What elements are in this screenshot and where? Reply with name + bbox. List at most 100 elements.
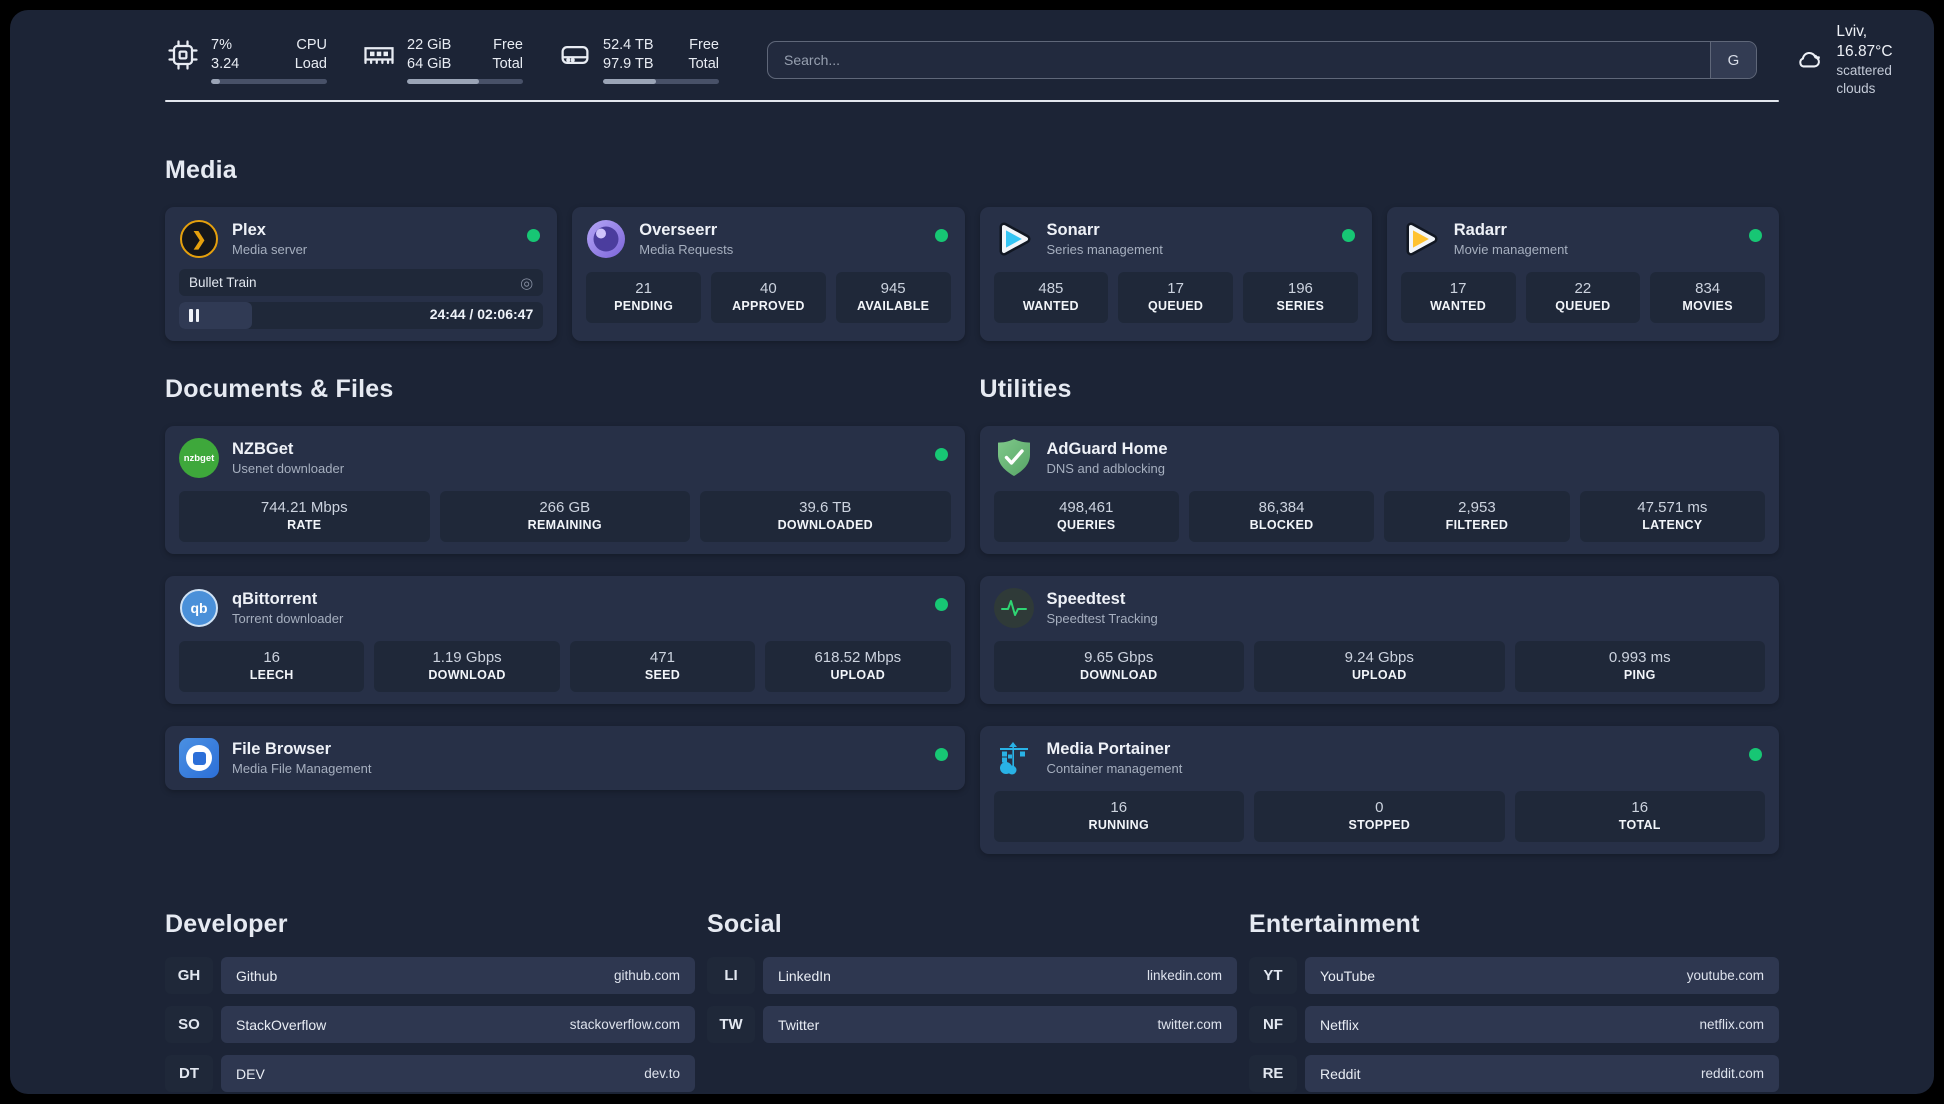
filebrowser-icon: [179, 738, 219, 778]
app-name: Plex: [232, 220, 266, 239]
app-name: Speedtest: [1046, 589, 1126, 608]
ram-total: 64 GiB: [407, 56, 452, 72]
app-card-nzbget[interactable]: nzbget NZBGet Usenet downloader 744.21 M…: [165, 426, 965, 554]
status-online-dot: [934, 229, 948, 242]
cpu-usage: 7%: [211, 37, 232, 53]
app-desc: Container management: [1046, 760, 1183, 776]
link-abbr: TW: [707, 1006, 755, 1043]
plex-icon: ❯: [180, 220, 218, 258]
section-title-documents: Documents & Files: [165, 375, 394, 403]
section-title-media: Media: [165, 156, 237, 184]
link-row-dev: DT DEV dev.to: [165, 1055, 695, 1092]
weather-summary: Lviv, 16.87°C: [1836, 23, 1893, 60]
app-name: AdGuard Home: [1046, 439, 1168, 458]
app-name: NZBGet: [232, 439, 294, 458]
app-card-filebrowser[interactable]: File Browser Media File Management: [165, 726, 965, 790]
stat-queued: 22 QUEUED: [1525, 272, 1641, 323]
stat-downloaded: 39.6 TB DOWNLOADED: [700, 491, 951, 542]
app-name: Media Portainer: [1046, 739, 1171, 758]
status-online-dot: [934, 748, 948, 761]
stat-pending: 21 PENDING: [586, 272, 701, 323]
link-twitter[interactable]: Twitter twitter.com: [763, 1006, 1237, 1043]
search-input[interactable]: [768, 52, 1710, 68]
stat-seed: 471 SEED: [569, 641, 756, 692]
stat-upload: 618.52 Mbps UPLOAD: [765, 641, 951, 692]
cpu-load: 3.24: [211, 56, 240, 72]
weather-condition: scattered clouds: [1836, 63, 1892, 96]
speedtest-icon: [993, 588, 1034, 628]
playback-progress: 24:44 / 02:06:47: [179, 302, 544, 329]
link-abbr: DT: [165, 1055, 213, 1092]
link-reddit[interactable]: Reddit reddit.com: [1305, 1055, 1779, 1092]
ram-icon: [364, 47, 394, 64]
status-online-dot: [1341, 229, 1355, 242]
app-desc: Movie management: [1453, 241, 1568, 257]
stat-download: 1.19 Gbps DOWNLOAD: [374, 641, 560, 692]
status-online-dot: [1749, 748, 1762, 761]
search-engine-button[interactable]: G: [1710, 42, 1756, 78]
stat-leech: 16 LEECH: [179, 641, 365, 692]
cloud-icon: [1799, 51, 1820, 68]
developer-section: Developer GH Github github.com SO StackO…: [165, 910, 695, 1092]
ram-label-2: Total: [492, 56, 523, 72]
app-card-speedtest[interactable]: Speedtest Speedtest Tracking 9.65 Gbps DO…: [979, 576, 1779, 704]
app-desc: Media File Management: [232, 760, 372, 776]
link-dev[interactable]: DEV dev.to: [221, 1055, 695, 1092]
link-row-netflix: NF Netflix netflix.com: [1249, 1006, 1779, 1043]
link-stackoverflow[interactable]: StackOverflow stackoverflow.com: [221, 1006, 695, 1043]
app-card-plex[interactable]: ❯ Plex Media server Bullet Train ◎ 24:44…: [165, 207, 558, 341]
stat-blocked: 86,384 BLOCKED: [1188, 491, 1375, 542]
cpu-progress: [211, 79, 327, 84]
link-abbr: NF: [1249, 1006, 1297, 1043]
app-card-sonarr[interactable]: Sonarr Series management 485 WANTED 17 QUE…: [979, 207, 1372, 341]
link-linkedin[interactable]: LinkedIn linkedin.com: [763, 957, 1237, 994]
overseerr-icon: [586, 219, 626, 259]
stat-running: 16 RUNNING: [993, 791, 1244, 842]
link-netflix[interactable]: Netflix netflix.com: [1305, 1006, 1779, 1043]
dashboard-panel: 7% 3.24 CPU Load 22 GiB 64 GiB Free Tota…: [10, 10, 1934, 1094]
disk-total: 97.9 TB: [603, 56, 654, 72]
stat-upload: 9.24 Gbps UPLOAD: [1254, 641, 1505, 692]
now-playing-title: Bullet Train: [189, 275, 257, 290]
cpu-stat: 7% 3.24 CPU Load: [165, 36, 327, 84]
disk-stat: 52.4 TB 97.9 TB Free Total: [557, 36, 719, 84]
portainer-icon: [994, 738, 1034, 778]
app-card-adguard[interactable]: AdGuard Home DNS and adblocking 498,461 Q…: [979, 426, 1779, 554]
disk-icon: [561, 46, 589, 64]
status-online-dot: [934, 598, 948, 611]
app-card-qbittorrent[interactable]: qb qBittorrent Torrent downloader 16 LEEC…: [165, 576, 965, 704]
link-youtube[interactable]: YouTube youtube.com: [1305, 957, 1779, 994]
app-desc: Media Requests: [639, 241, 734, 257]
link-abbr: SO: [165, 1006, 213, 1043]
section-title-social: Social: [707, 910, 782, 938]
app-card-portainer[interactable]: Media Portainer Container management 16 R…: [979, 726, 1779, 854]
app-name: qBittorrent: [232, 589, 318, 608]
section-title-entertainment: Entertainment: [1249, 910, 1420, 938]
stat-approved: 40 APPROVED: [711, 272, 826, 323]
link-abbr: RE: [1249, 1055, 1297, 1092]
app-card-radarr[interactable]: Radarr Movie management 17 WANTED 22 QUEUE…: [1386, 207, 1779, 341]
link-row-github: GH Github github.com: [165, 957, 695, 994]
link-row-linkedin: LI LinkedIn linkedin.com: [707, 957, 1237, 994]
stat-total: 16 TOTAL: [1514, 791, 1765, 842]
link-row-reddit: RE Reddit reddit.com: [1249, 1055, 1779, 1092]
app-desc: Speedtest Tracking: [1046, 610, 1158, 626]
entertainment-section: Entertainment YT YouTube youtube.com NF …: [1249, 910, 1779, 1092]
app-name: File Browser: [232, 739, 332, 758]
header-divider: [165, 100, 1779, 102]
stat-download: 9.65 Gbps DOWNLOAD: [993, 641, 1244, 692]
link-github[interactable]: Github github.com: [221, 957, 695, 994]
app-card-overseerr[interactable]: Overseerr Media Requests 21 PENDING 40 APP…: [572, 207, 965, 341]
ram-label-1: Free: [493, 37, 523, 53]
adguard-icon: [994, 438, 1034, 478]
session-info-icon[interactable]: ◎: [520, 274, 533, 292]
status-online-dot: [1749, 229, 1762, 242]
pause-button[interactable]: [189, 309, 199, 322]
app-desc: DNS and adblocking: [1046, 460, 1166, 476]
app-desc: Usenet downloader: [232, 460, 345, 476]
app-desc: Media server: [232, 241, 308, 257]
stat-available: 945 AVAILABLE: [835, 272, 951, 323]
link-row-youtube: YT YouTube youtube.com: [1249, 957, 1779, 994]
stat-wanted: 17 WANTED: [1400, 272, 1516, 323]
ram-stat: 22 GiB 64 GiB Free Total: [361, 36, 523, 84]
